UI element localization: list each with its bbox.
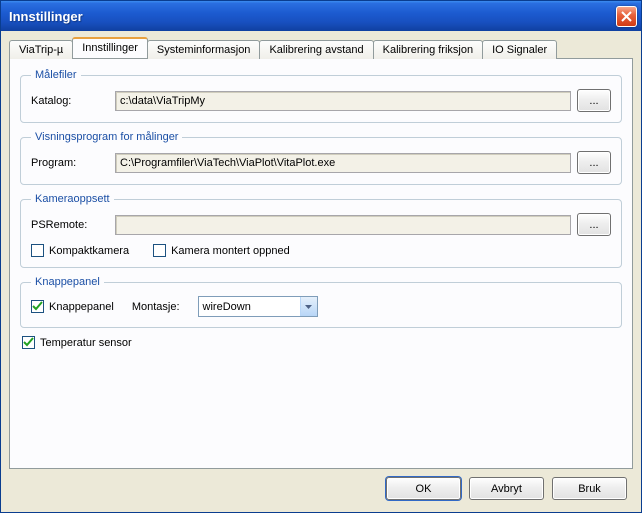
kamera-montert-label: Kamera montert oppned — [171, 245, 290, 257]
group-malefiler: Målefiler Katalog: ... — [20, 69, 622, 123]
tab-innstillinger[interactable]: Innstillinger — [72, 37, 148, 58]
legend-malefiler: Målefiler — [31, 69, 81, 81]
knappepanel-option[interactable]: Knappepanel — [31, 300, 114, 313]
legend-kameraoppsett: Kameraoppsett — [31, 193, 114, 205]
katalog-label: Katalog: — [31, 95, 109, 107]
kompaktkamera-option[interactable]: Kompaktkamera — [31, 244, 129, 257]
group-knappepanel: Knappepanel Knappepanel Montasje: wireDo… — [20, 276, 622, 328]
apply-button[interactable]: Bruk — [552, 477, 627, 500]
temperatur-label: Temperatur sensor — [40, 337, 132, 349]
tab-panel: Målefiler Katalog: ... Visningsprogram f… — [9, 58, 633, 469]
psremote-browse-button[interactable]: ... — [577, 213, 611, 236]
kamera-montert-checkbox[interactable] — [153, 244, 166, 257]
psremote-label: PSRemote: — [31, 219, 109, 231]
montasje-label: Montasje: — [132, 301, 180, 313]
chevron-down-icon — [300, 297, 317, 316]
tab-kalibrering-friksjon[interactable]: Kalibrering friksjon — [373, 40, 483, 59]
katalog-browse-button[interactable]: ... — [577, 89, 611, 112]
window-title: Innstillinger — [9, 9, 83, 24]
content-area: ViaTrip-µ Innstillinger Systeminformasjo… — [1, 31, 641, 512]
close-icon — [621, 11, 632, 22]
tab-viatrip[interactable]: ViaTrip-µ — [9, 40, 73, 59]
psremote-input[interactable] — [115, 215, 571, 235]
kompaktkamera-checkbox[interactable] — [31, 244, 44, 257]
montasje-select[interactable]: wireDown — [198, 296, 318, 317]
program-input[interactable] — [115, 153, 571, 173]
dialog-button-bar: OK Avbryt Bruk — [9, 469, 633, 504]
tab-io-signaler[interactable]: IO Signaler — [482, 40, 557, 59]
kompaktkamera-label: Kompaktkamera — [49, 245, 129, 257]
knappepanel-label: Knappepanel — [49, 301, 114, 313]
program-browse-button[interactable]: ... — [577, 151, 611, 174]
cancel-button[interactable]: Avbryt — [469, 477, 544, 500]
settings-window: Innstillinger ViaTrip-µ Innstillinger Sy… — [0, 0, 642, 513]
group-kameraoppsett: Kameraoppsett PSRemote: ... Kompaktkamer… — [20, 193, 622, 268]
tab-systeminformasjon[interactable]: Systeminformasjon — [147, 40, 261, 59]
titlebar: Innstillinger — [1, 1, 641, 31]
katalog-input[interactable] — [115, 91, 571, 111]
close-button[interactable] — [616, 6, 637, 27]
legend-knappepanel: Knappepanel — [31, 276, 104, 288]
tab-strip: ViaTrip-µ Innstillinger Systeminformasjo… — [9, 37, 633, 58]
tab-kalibrering-avstand[interactable]: Kalibrering avstand — [259, 40, 373, 59]
temperatur-option[interactable]: Temperatur sensor — [22, 336, 132, 349]
ok-button[interactable]: OK — [386, 477, 461, 500]
kamera-montert-option[interactable]: Kamera montert oppned — [153, 244, 290, 257]
temperatur-checkbox[interactable] — [22, 336, 35, 349]
group-visningsprogram: Visningsprogram for målinger Program: ..… — [20, 131, 622, 185]
montasje-value: wireDown — [203, 301, 251, 313]
knappepanel-checkbox[interactable] — [31, 300, 44, 313]
program-label: Program: — [31, 157, 109, 169]
legend-visningsprogram: Visningsprogram for målinger — [31, 131, 182, 143]
